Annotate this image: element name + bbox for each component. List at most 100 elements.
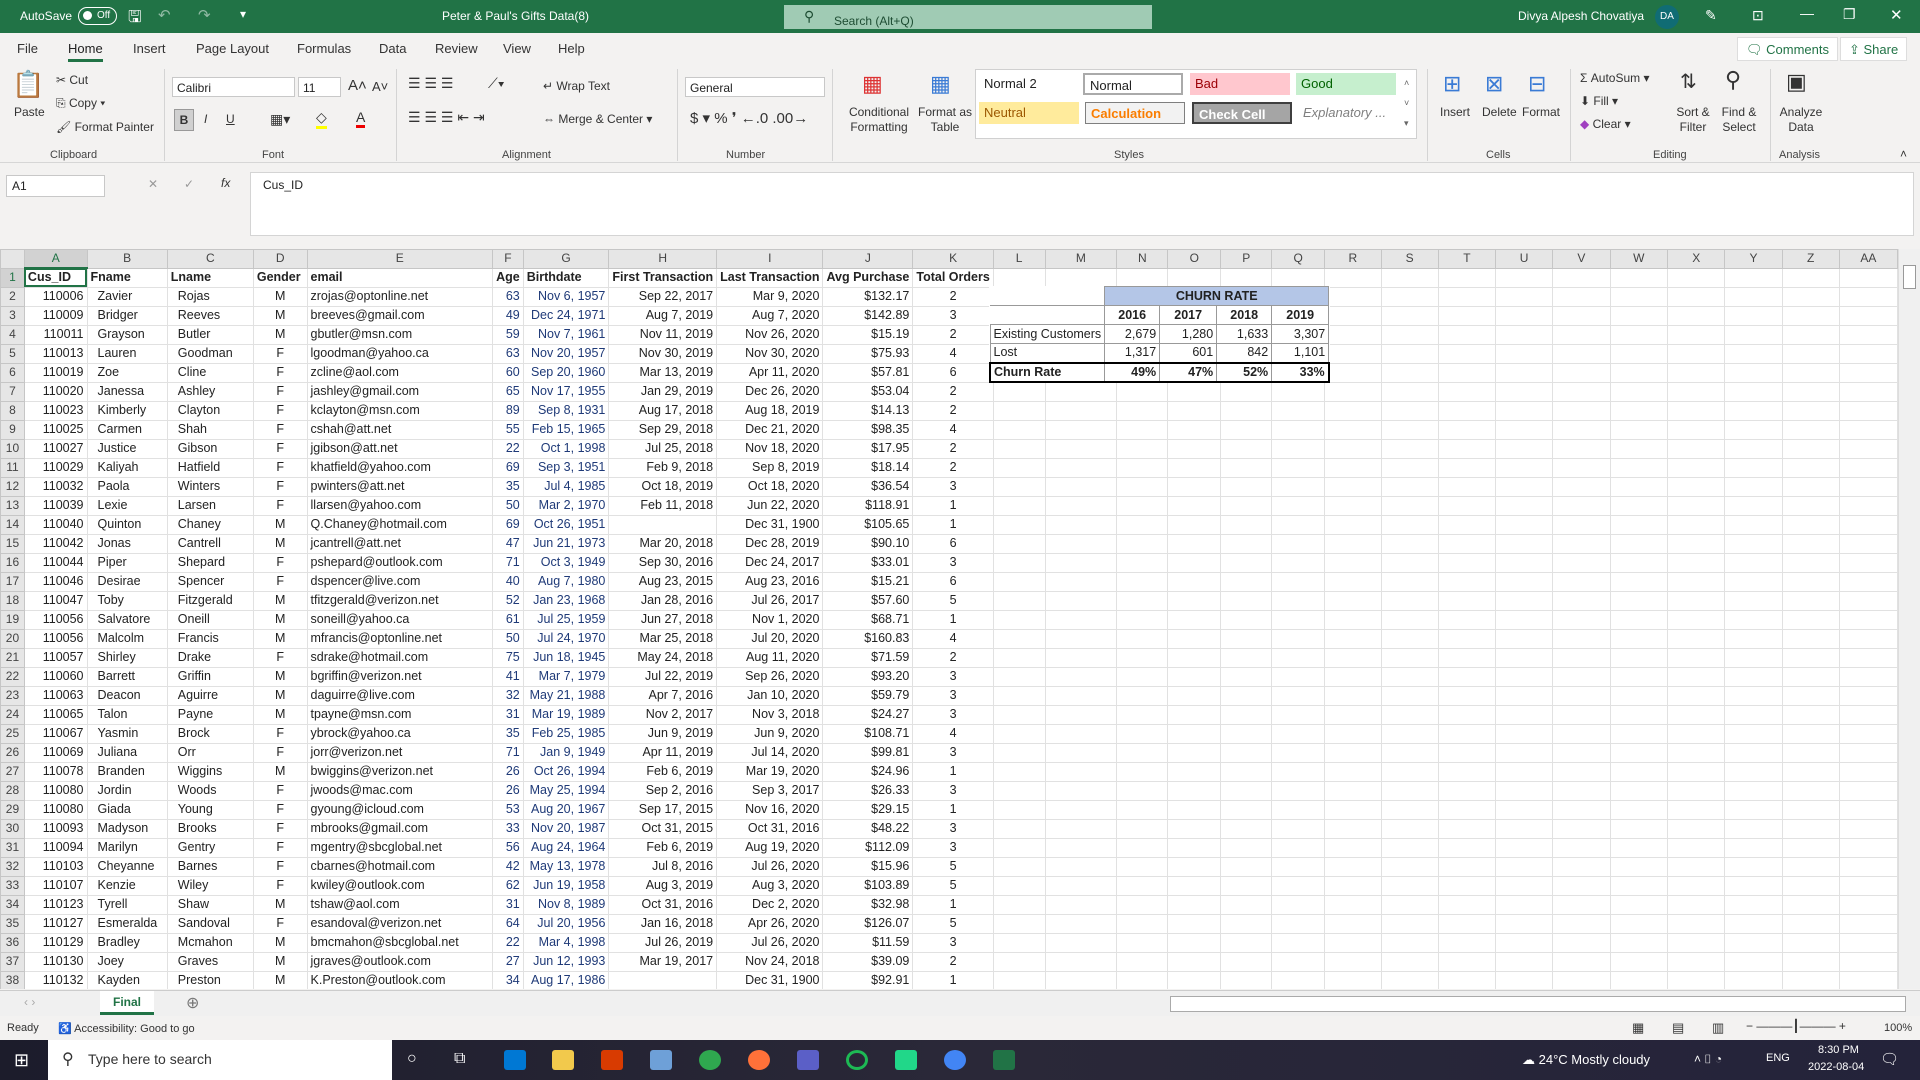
cell[interactable]: Toby bbox=[86, 590, 168, 611]
cell[interactable] bbox=[1838, 685, 1898, 706]
cell[interactable]: 55 bbox=[492, 419, 524, 440]
taskbar-search[interactable]: ⚲ Type here to search bbox=[48, 1040, 392, 1080]
cell[interactable] bbox=[1609, 799, 1669, 820]
cell[interactable] bbox=[1667, 951, 1726, 972]
cell[interactable] bbox=[1781, 305, 1840, 326]
cell[interactable] bbox=[1167, 837, 1222, 858]
cell[interactable] bbox=[1044, 932, 1118, 953]
cell[interactable] bbox=[1494, 628, 1554, 649]
cell[interactable] bbox=[1271, 457, 1326, 478]
row-header[interactable]: 31 bbox=[0, 837, 25, 858]
cell[interactable]: Shirley bbox=[86, 647, 168, 668]
cell[interactable] bbox=[1667, 628, 1726, 649]
cell[interactable]: M bbox=[252, 305, 308, 326]
column-header[interactable]: M bbox=[1044, 249, 1118, 269]
cell[interactable]: Oct 26, 1994 bbox=[522, 761, 610, 782]
cell[interactable]: 49 bbox=[492, 305, 524, 326]
cell[interactable]: $15.21 bbox=[822, 571, 914, 592]
column-header[interactable]: Q bbox=[1271, 249, 1326, 269]
cell[interactable]: 110129 bbox=[23, 932, 88, 953]
align-top-icon[interactable]: ☰ ☰ ☰ bbox=[408, 75, 453, 92]
cell[interactable] bbox=[1167, 666, 1222, 687]
cell[interactable]: 35 bbox=[492, 723, 524, 744]
cell[interactable] bbox=[1044, 856, 1118, 877]
cell[interactable] bbox=[1437, 647, 1496, 668]
cell[interactable]: Jul 26, 2020 bbox=[716, 856, 824, 877]
cell[interactable]: $103.89 bbox=[822, 875, 914, 896]
cell[interactable] bbox=[1609, 875, 1669, 896]
cell[interactable] bbox=[1609, 685, 1669, 706]
cell[interactable] bbox=[1609, 438, 1669, 459]
cell[interactable] bbox=[608, 970, 718, 989]
cell[interactable]: lgoodman@yahoo.ca bbox=[306, 343, 494, 364]
cell[interactable] bbox=[1380, 913, 1439, 934]
cell[interactable] bbox=[1494, 571, 1554, 592]
cell[interactable] bbox=[992, 913, 1046, 934]
cell[interactable]: 50 bbox=[492, 628, 524, 649]
cell[interactable]: 62 bbox=[492, 875, 524, 896]
cell[interactable] bbox=[1667, 704, 1726, 725]
font-size-select[interactable]: 11 bbox=[298, 77, 341, 97]
cell[interactable]: $39.09 bbox=[822, 951, 914, 972]
cell[interactable] bbox=[1724, 476, 1783, 497]
cell[interactable]: 110093 bbox=[23, 818, 88, 839]
cell[interactable] bbox=[1838, 533, 1898, 554]
cell[interactable] bbox=[1552, 457, 1611, 478]
cell[interactable]: Young bbox=[166, 799, 254, 820]
cell[interactable] bbox=[1609, 267, 1669, 288]
cell[interactable]: M bbox=[252, 324, 308, 345]
cell[interactable] bbox=[1380, 552, 1439, 573]
cell[interactable] bbox=[992, 894, 1046, 915]
cell[interactable]: Brooks bbox=[166, 818, 254, 839]
column-header[interactable]: AA bbox=[1838, 249, 1898, 269]
cell[interactable]: 110023 bbox=[23, 400, 88, 421]
cell[interactable] bbox=[1781, 476, 1840, 497]
cell[interactable] bbox=[1324, 761, 1382, 782]
cell[interactable] bbox=[992, 951, 1046, 972]
cell[interactable] bbox=[1494, 476, 1554, 497]
cell[interactable] bbox=[1437, 457, 1496, 478]
cell[interactable] bbox=[1437, 970, 1496, 989]
cell[interactable]: Lexie bbox=[86, 495, 168, 516]
cell[interactable]: 32 bbox=[492, 685, 524, 706]
cell[interactable] bbox=[1609, 742, 1669, 763]
cell[interactable] bbox=[992, 723, 1046, 744]
cell[interactable] bbox=[1044, 495, 1118, 516]
sheet-tab-final[interactable]: Final bbox=[100, 991, 154, 1015]
cell[interactable]: 1 bbox=[912, 514, 994, 535]
row-label[interactable]: Churn Rate bbox=[989, 361, 1106, 383]
office-icon[interactable] bbox=[601, 1050, 623, 1070]
cell[interactable]: Jul 8, 2016 bbox=[608, 856, 718, 877]
cell[interactable] bbox=[1116, 438, 1169, 459]
page-layout-view-icon[interactable]: ▤ bbox=[1672, 1020, 1684, 1036]
cell[interactable]: $112.09 bbox=[822, 837, 914, 858]
cell[interactable]: Rojas bbox=[166, 286, 254, 307]
cell[interactable]: Jul 25, 2018 bbox=[608, 438, 718, 459]
cell[interactable] bbox=[1324, 951, 1382, 972]
cell[interactable]: Apr 11, 2019 bbox=[608, 742, 718, 763]
cell[interactable]: llarsen@yahoo.com bbox=[306, 495, 494, 516]
cell[interactable] bbox=[1220, 818, 1273, 839]
insert-cells-icon[interactable]: ⊞ bbox=[1443, 71, 1461, 97]
formula-input[interactable]: Cus_ID bbox=[250, 172, 1914, 236]
cell[interactable]: Dec 26, 2020 bbox=[716, 381, 824, 402]
column-header[interactable]: N bbox=[1116, 249, 1169, 269]
cell[interactable] bbox=[1494, 286, 1554, 307]
cell[interactable] bbox=[1380, 894, 1439, 915]
cell[interactable] bbox=[1220, 628, 1273, 649]
column-header[interactable]: H bbox=[608, 249, 718, 269]
cell[interactable]: 2 bbox=[912, 951, 994, 972]
cell[interactable] bbox=[1380, 438, 1439, 459]
tab-page-layout[interactable]: Page Layout bbox=[196, 41, 269, 56]
cell[interactable] bbox=[1494, 552, 1554, 573]
cell[interactable]: $93.20 bbox=[822, 666, 914, 687]
cell[interactable] bbox=[1781, 609, 1840, 630]
ribbon-display-icon[interactable]: ⊡ bbox=[1752, 7, 1764, 24]
column-header[interactable]: O bbox=[1167, 249, 1222, 269]
cell[interactable] bbox=[1324, 837, 1382, 858]
cell[interactable] bbox=[1380, 704, 1439, 725]
cell[interactable]: 31 bbox=[492, 894, 524, 915]
cell[interactable] bbox=[1667, 286, 1726, 307]
cell[interactable] bbox=[1609, 951, 1669, 972]
cell[interactable] bbox=[1838, 856, 1898, 877]
